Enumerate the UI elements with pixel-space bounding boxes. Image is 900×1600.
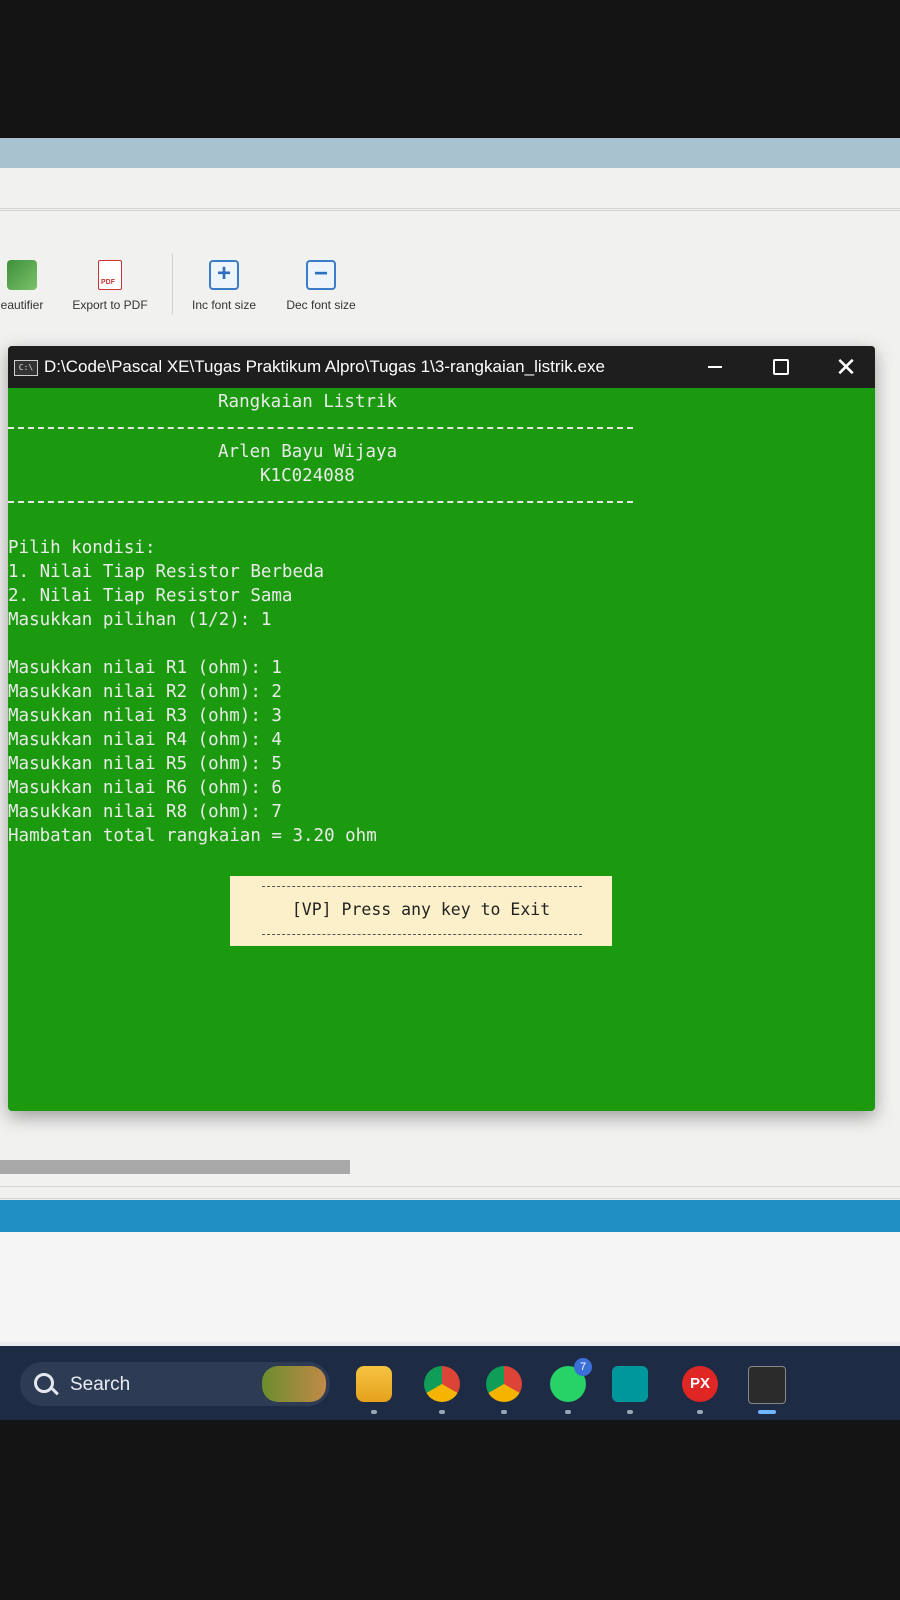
editor-line xyxy=(0,1198,900,1199)
taskbar: Search 7 PX xyxy=(0,1346,900,1420)
console-title: D:\Code\Pascal XE\Tugas Praktikum Alpro\… xyxy=(44,357,605,376)
minimize-button[interactable] xyxy=(684,346,744,388)
export-pdf-button[interactable]: Export to PDF xyxy=(62,260,158,312)
input-line: Masukkan nilai R3 (ohm): 3 xyxy=(8,706,282,726)
console-titlebar[interactable]: C:\ D:\Code\Pascal XE\Tugas Praktikum Al… xyxy=(8,346,875,388)
input-line: Masukkan nilai R1 (ohm): 1 xyxy=(8,658,282,678)
exit-box-dashes xyxy=(262,886,582,887)
running-indicator xyxy=(371,1410,377,1414)
active-indicator xyxy=(758,1410,776,1414)
running-indicator xyxy=(565,1410,571,1414)
dec-font-label: Dec font size xyxy=(286,298,356,312)
exit-prompt-box[interactable]: [VP] Press any key to Exit xyxy=(230,876,612,946)
author-name: Arlen Bayu Wijaya xyxy=(218,442,398,462)
search-icon xyxy=(34,1373,54,1393)
menu-line: Masukkan pilihan (1/2): 1 xyxy=(8,610,272,630)
whatsapp-icon[interactable]: 7 xyxy=(550,1358,592,1402)
program-title: Rangkaian Listrik xyxy=(218,392,398,412)
taskbar-search[interactable]: Search xyxy=(20,1362,330,1406)
terminal-output: Rangkaian Listrik Arlen Bayu Wijaya K1C0… xyxy=(8,390,875,905)
search-label: Search xyxy=(70,1374,131,1395)
close-button[interactable]: ✕ xyxy=(816,346,875,388)
input-line: Masukkan nilai R6 (ohm): 6 xyxy=(8,778,282,798)
arduino-icon[interactable] xyxy=(612,1366,648,1402)
terminal-icon[interactable] xyxy=(748,1366,786,1404)
menu-line: 1. Nilai Tiap Resistor Berbeda xyxy=(8,562,325,582)
console-app-icon: C:\ xyxy=(14,360,38,376)
beautifier-label: eautifier xyxy=(0,298,44,312)
running-indicator xyxy=(697,1410,703,1414)
window-top-strip xyxy=(0,138,900,168)
input-line: Masukkan nilai R8 (ohm): 7 xyxy=(8,802,282,822)
minus-icon: − xyxy=(306,260,336,290)
toolbar-separator xyxy=(172,254,173,314)
chrome-icon[interactable] xyxy=(424,1366,460,1402)
input-line: Masukkan nilai R2 (ohm): 2 xyxy=(8,682,282,702)
dashed-separator xyxy=(8,501,633,503)
menu-line: 2. Nilai Tiap Resistor Sama xyxy=(8,586,293,606)
running-indicator xyxy=(439,1410,445,1414)
running-indicator xyxy=(627,1410,633,1414)
status-bar xyxy=(0,1200,900,1232)
beautifier-button[interactable]: eautifier xyxy=(0,260,52,312)
maximize-button[interactable] xyxy=(750,346,810,388)
input-line: Masukkan nilai R4 (ohm): 4 xyxy=(8,730,282,750)
search-highlight-image xyxy=(262,1366,326,1402)
beautifier-icon xyxy=(7,260,37,290)
ide-divider xyxy=(0,210,900,211)
plus-icon: + xyxy=(209,260,239,290)
export-pdf-label: Export to PDF xyxy=(72,298,148,312)
dec-font-button[interactable]: − Dec font size xyxy=(278,260,364,312)
file-explorer-icon[interactable] xyxy=(356,1366,392,1402)
ide-window: eautifier Export to PDF + Inc font size … xyxy=(0,168,900,1208)
exit-prompt: [VP] Press any key to Exit xyxy=(291,900,551,919)
editor-line xyxy=(0,1186,900,1187)
result-line: Hambatan total rangkaian = 3.20 ohm xyxy=(8,826,377,846)
chrome-profile-icon[interactable] xyxy=(486,1366,522,1402)
pdf-icon xyxy=(98,260,122,290)
inc-font-button[interactable]: + Inc font size xyxy=(182,260,266,312)
ide-divider xyxy=(0,208,900,209)
console-window[interactable]: C:\ D:\Code\Pascal XE\Tugas Praktikum Al… xyxy=(8,346,875,1111)
input-line: Masukkan nilai R5 (ohm): 5 xyxy=(8,754,282,774)
px-icon[interactable]: PX xyxy=(682,1366,718,1402)
author-id: K1C024088 xyxy=(260,466,355,486)
running-indicator xyxy=(501,1410,507,1414)
lower-panel xyxy=(0,1232,900,1342)
inc-font-label: Inc font size xyxy=(191,298,257,312)
monitor-screen: eautifier Export to PDF + Inc font size … xyxy=(0,138,900,1420)
exit-box-dashes xyxy=(262,934,582,935)
horizontal-scrollbar[interactable] xyxy=(0,1160,350,1174)
dashed-separator xyxy=(8,427,633,429)
menu-line: Pilih kondisi: xyxy=(8,538,156,558)
whatsapp-badge: 7 xyxy=(574,1358,592,1376)
